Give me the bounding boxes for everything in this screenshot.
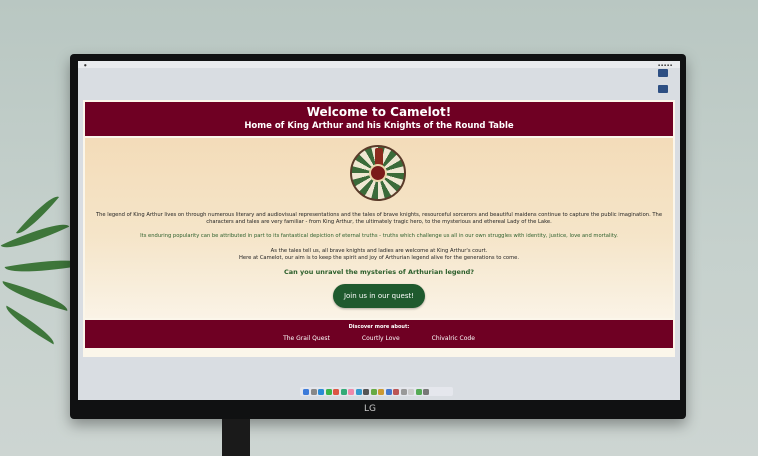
mail-icon[interactable] xyxy=(333,388,339,395)
app-icon[interactable] xyxy=(415,388,422,395)
question-text: Can you unravel the mysteries of Arthuri… xyxy=(283,268,474,276)
trash-icon[interactable] xyxy=(423,388,429,395)
intro-paragraph-2: Its enduring popularity can be attribute… xyxy=(140,233,618,239)
apple-icon[interactable]: ● xyxy=(84,63,87,67)
footer-link-chivalric-code[interactable]: Chivalric Code xyxy=(432,335,475,342)
messages-icon[interactable] xyxy=(325,388,332,395)
page-header: Welcome to Camelot! Home of King Arthur … xyxy=(85,102,673,136)
status-icons: ▪ ▪ ▪ ▪ ▪ xyxy=(658,62,672,67)
footer-link-courtly-love[interactable]: Courtly Love xyxy=(362,335,400,342)
monitor-logo: LG xyxy=(364,404,376,414)
photos-icon[interactable] xyxy=(348,388,354,395)
table-rose xyxy=(369,164,387,182)
app-icon[interactable] xyxy=(393,388,399,395)
app-icon[interactable] xyxy=(385,388,392,395)
page-title: Welcome to Camelot! xyxy=(306,105,452,119)
terminal-icon[interactable] xyxy=(363,388,369,395)
monitor-stand xyxy=(222,419,250,456)
monitor-screen: ● ▪ ▪ ▪ ▪ ▪ Welcome to Camelot! Home of … xyxy=(78,61,680,400)
intro-paragraph-1: The legend of King Arthur lives on throu… xyxy=(95,212,663,225)
desktop-file-icon[interactable] xyxy=(658,85,668,93)
round-table-image xyxy=(350,145,406,201)
menu-bar: ● ▪ ▪ ▪ ▪ ▪ xyxy=(78,61,680,68)
launchpad-icon[interactable] xyxy=(310,388,317,395)
app-icon[interactable] xyxy=(370,388,377,395)
page-subtitle: Home of King Arthur and his Knights of t… xyxy=(244,121,514,131)
safari-icon[interactable] xyxy=(318,388,324,395)
footer-link-grail-quest[interactable]: The Grail Quest xyxy=(283,335,330,342)
intro-paragraph-3a: As the tales tell us, all brave knights … xyxy=(270,248,488,254)
dock xyxy=(300,387,453,396)
maps-icon[interactable] xyxy=(340,388,347,395)
page-body: The legend of King Arthur lives on throu… xyxy=(85,138,673,318)
page-footer: Discover more about: The Grail Quest Cou… xyxy=(85,320,673,348)
monitor-chin xyxy=(70,400,686,419)
join-quest-button[interactable]: Join us in our quest! xyxy=(333,284,425,308)
facetime-icon[interactable] xyxy=(355,388,362,395)
footer-title: Discover more about: xyxy=(348,324,410,330)
app-icon[interactable] xyxy=(400,388,407,395)
camelot-page: Welcome to Camelot! Home of King Arthur … xyxy=(83,100,675,357)
desktop-file-icon[interactable] xyxy=(658,69,668,77)
app-icon[interactable] xyxy=(408,388,414,395)
app-icon[interactable] xyxy=(378,388,384,395)
intro-paragraph-3b: Here at Camelot, our aim is to keep the … xyxy=(239,255,519,261)
finder-icon[interactable] xyxy=(303,388,309,395)
